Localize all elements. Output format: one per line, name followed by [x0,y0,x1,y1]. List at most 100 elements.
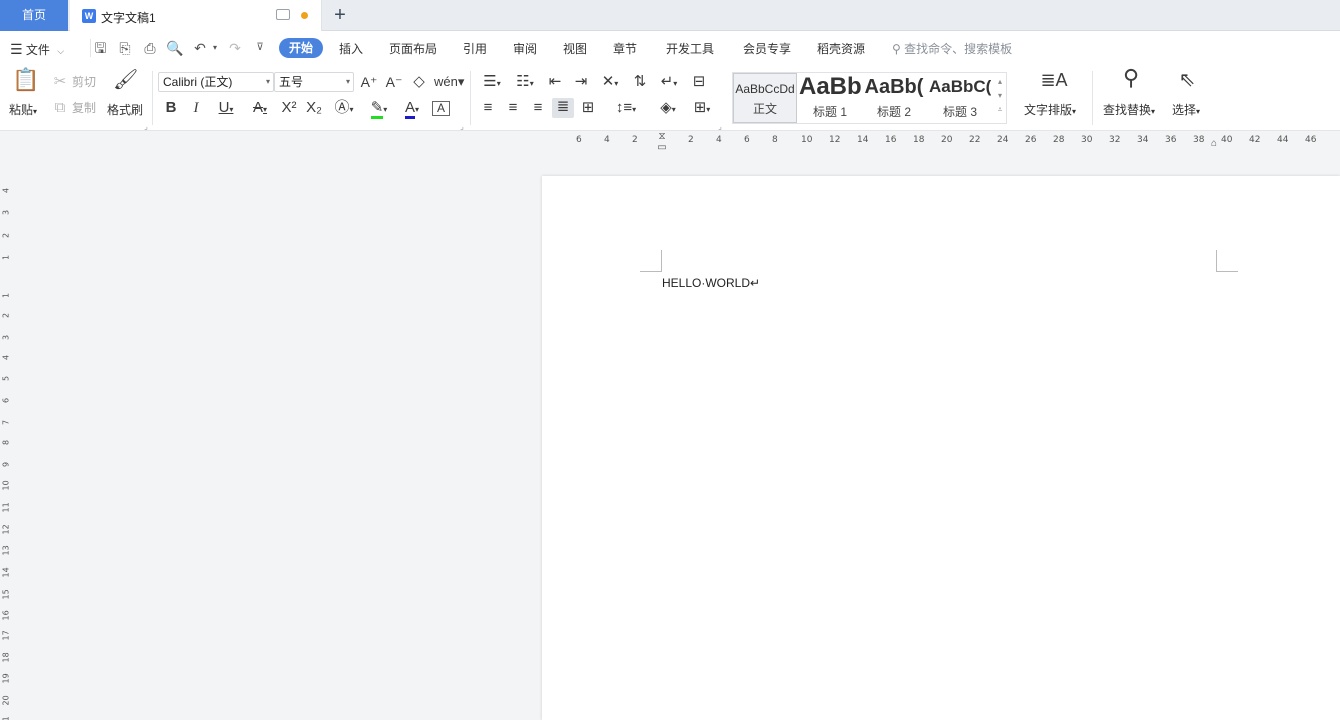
style-heading-2[interactable]: AaBb( 标题 2 [863,73,925,123]
select-cursor-icon[interactable]: ⇖ [1176,70,1198,90]
chevron-down-icon: ▾ [1151,107,1156,116]
separator [470,71,471,125]
menu-page-layout[interactable]: 页面布局 [389,39,437,59]
monitor-icon[interactable] [276,9,290,20]
font-color-icon[interactable]: A▾ [398,99,426,119]
style-name: 标题 3 [942,105,977,119]
distribute-icon[interactable]: ⊞ [579,99,597,117]
find-replace-icon[interactable]: ⚲ [1117,67,1145,89]
vertical-ruler[interactable]: 4321123456789101112131415161718192021 [0,131,12,720]
style-heading-1[interactable]: AaBb 标题 1 [799,73,861,123]
undo-dropdown-icon[interactable]: ▾ [206,39,224,57]
menu-review[interactable]: 审阅 [513,39,537,59]
save-icon[interactable]: 🖫 [90,39,108,57]
menu-developer[interactable]: 开发工具 [666,39,714,59]
copy-button[interactable]: 复制 [72,100,96,116]
ruler-tick-label: 8 [772,135,778,145]
export-pdf-icon[interactable]: ⎘ [116,39,134,57]
bold-icon[interactable]: B [163,99,179,117]
align-right-icon[interactable]: ≡ [529,99,547,117]
font-size-value: 五号 [279,75,304,89]
print-preview-icon[interactable]: 🔍 [166,39,184,57]
menu-start[interactable]: 开始 [279,38,323,58]
file-menu[interactable]: ☰ 文件 ⌵ [10,39,64,59]
document-page[interactable]: HELLO·WORLD↵ [542,176,1340,720]
menu-docer[interactable]: 稻壳资源 [817,39,865,59]
cut-button[interactable]: 剪切 [72,74,96,90]
style-heading-3[interactable]: AaBbC( 标题 3 [929,73,991,123]
grow-font-icon[interactable]: A⁺ [360,73,378,91]
right-indent-marker-icon[interactable]: ⌂ [1211,138,1221,149]
document-text[interactable]: HELLO·WORLD↵ [662,276,760,290]
bullet-list-icon[interactable]: ☰▾ [479,73,505,93]
tab-ruler-icon[interactable]: ⊟ [688,73,710,91]
phonetic-guide-icon[interactable]: wén▾ [434,73,464,91]
increase-indent-icon[interactable]: ⇥ [571,73,591,91]
sort-icon[interactable]: ⇅ [630,73,650,91]
font-name-select[interactable]: Calibri (正文) ▾ [158,72,274,92]
indent-marker-icon[interactable]: ⧖ ▭ [657,131,667,153]
superscript-icon[interactable]: X² [279,99,299,117]
redo-icon[interactable]: ↷ [226,39,244,57]
menu-view[interactable]: 视图 [563,39,587,59]
find-replace-button[interactable]: 查找替换▾ [1103,102,1155,120]
customize-toolbar-icon[interactable]: ⊽ [251,39,269,57]
shading-icon[interactable]: ◈▾ [654,99,682,119]
ruler-tick-label: 34 [1137,135,1149,145]
command-search[interactable]: ⚲ 查找命令、搜索模板 [892,39,1012,59]
ruler-tick-label: 24 [997,135,1009,145]
ruler-tick-label: 2 [688,135,694,145]
menu-insert[interactable]: 插入 [339,39,363,59]
new-tab-button[interactable]: + [326,1,354,29]
ruler-tick-label: 4 [716,135,722,145]
underline-icon[interactable]: U▾ [212,99,240,119]
style-sample: AaBb [799,73,861,100]
ruler-tick-label: 1 [1,254,11,261]
chinese-layout-icon[interactable]: ✕▾ [597,73,623,93]
ruler-tick-label: 44 [1277,135,1289,145]
text-effects-icon[interactable]: Ⓐ▾ [330,99,358,119]
shrink-font-icon[interactable]: A⁻ [385,73,403,91]
print-icon[interactable]: ⎙ [141,39,159,57]
format-painter-icon[interactable]: 🖌 [113,70,138,90]
font-size-select[interactable]: 五号 ▾ [274,72,354,92]
italic-icon[interactable]: I [188,99,204,117]
line-spacing-icon[interactable]: ↕≡▾ [611,99,641,119]
justify-icon[interactable]: ≣ [552,98,574,118]
format-painter-button[interactable]: 格式刷 [107,102,143,118]
borders-icon[interactable]: ⊞▾ [688,99,716,119]
ruler-tick-label: 14 [857,135,869,145]
copy-icon[interactable]: ⧉ [52,99,68,117]
style-normal[interactable]: AaBbCcDd 正文 [733,73,797,123]
menu-member[interactable]: 会员专享 [743,39,791,59]
ruler-tick-label: 3 [1,334,11,341]
decrease-indent-icon[interactable]: ⇤ [545,73,565,91]
text-layout-button[interactable]: 文字排版▾ [1024,102,1076,120]
align-center-icon[interactable]: ≡ [504,99,522,117]
menu-references[interactable]: 引用 [463,39,487,59]
subscript-icon[interactable]: X₂ [304,99,324,117]
strikethrough-icon[interactable]: A▾ [246,99,274,119]
menu-sections[interactable]: 章节 [613,39,637,59]
clear-format-icon[interactable]: ◇ [410,73,428,91]
cut-icon[interactable]: ✂ [52,73,68,91]
styles-scroll-icon[interactable]: ▴ ▾ ⩡ [995,75,1005,117]
tab-home[interactable]: 首页 [0,0,68,31]
show-marks-icon[interactable]: ↵▾ [656,73,682,93]
font-launcher-icon[interactable]: ⌟ [458,118,466,136]
select-button[interactable]: 选择▾ [1172,102,1200,120]
text-layout-icon[interactable]: ≣A [1040,71,1068,89]
character-border-icon[interactable]: A [432,101,450,116]
ruler-tick-label: 10 [801,135,813,145]
file-menu-label: 文件 [25,43,50,57]
numbered-list-icon[interactable]: ☷▾ [512,73,538,93]
ruler-tick-label: 10 [1,480,11,491]
paste-dropdown-icon: ▾ [33,107,38,116]
highlight-icon[interactable]: ✎▾ [364,99,394,119]
clipboard-launcher-icon[interactable]: ⌟ [142,118,150,136]
align-left-icon[interactable]: ≡ [479,99,497,117]
paste-button[interactable]: 粘贴▾ [9,102,37,120]
tab-document[interactable]: W 文字文稿1 [70,0,322,31]
hamburger-icon: ☰ [10,41,23,57]
paste-icon[interactable]: 📋 [12,69,39,99]
